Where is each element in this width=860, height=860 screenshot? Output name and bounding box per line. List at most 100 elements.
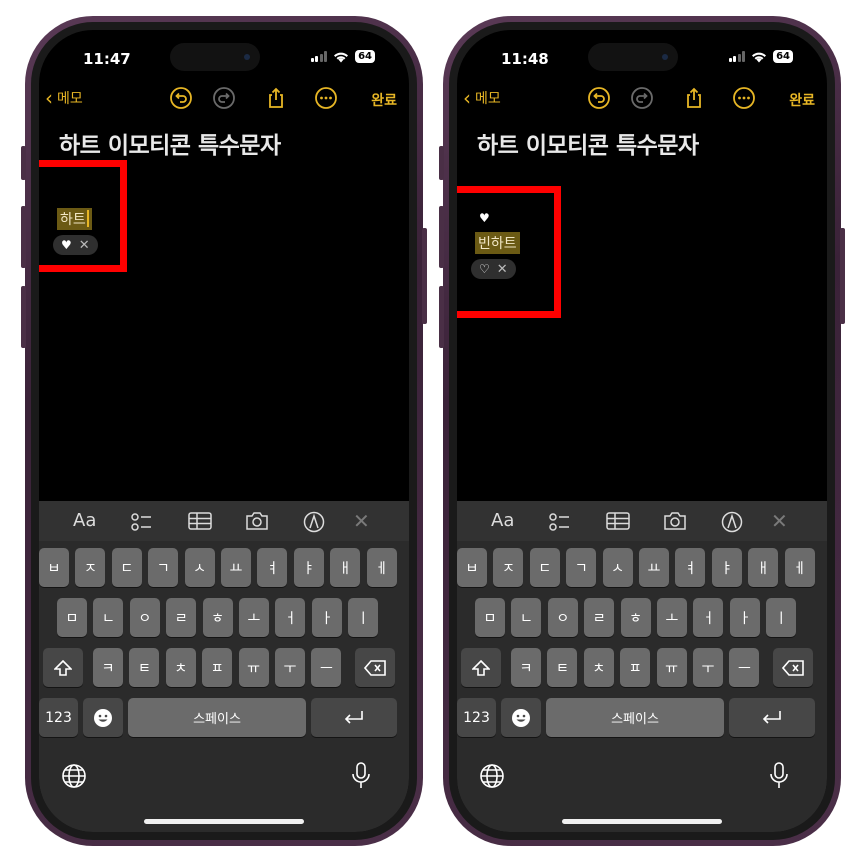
letter-key[interactable]: ㅍ [620,648,651,687]
letter-key[interactable]: ㅐ [748,548,779,587]
letter-key[interactable]: ㅌ [129,648,160,687]
letter-key[interactable]: ㅍ [202,648,233,687]
letter-key[interactable]: ㅈ [75,548,106,587]
more-icon[interactable] [314,86,338,110]
close-toolbar-icon[interactable]: ✕ [771,509,788,533]
note-title: 하트 이모티콘 특수문자 [59,133,281,159]
letter-key[interactable]: ㅠ [656,648,687,687]
redo-icon[interactable] [630,86,654,110]
more-icon[interactable] [732,86,756,110]
letter-key[interactable]: ㄱ [148,548,179,587]
battery-indicator: 64 [355,50,375,63]
backspace-key[interactable] [355,648,395,687]
back-button[interactable]: ‹ 메모 [45,88,83,108]
letter-key[interactable]: ㅔ [784,548,815,587]
letter-key[interactable]: ㅌ [547,648,578,687]
format-button[interactable]: Aa [491,510,514,531]
letter-key[interactable]: ㅜ [275,648,305,687]
markup-icon[interactable] [721,511,743,533]
emoji-key[interactable] [501,698,541,737]
backspace-icon [782,659,804,676]
letter-key[interactable]: ㅣ [766,598,797,637]
letter-key[interactable]: ㄹ [166,598,197,637]
table-icon[interactable] [188,511,212,531]
letter-key[interactable]: ㅎ [202,598,233,637]
microphone-icon[interactable] [351,762,371,790]
markup-icon[interactable] [303,511,325,533]
shift-key[interactable] [43,648,83,687]
undo-icon[interactable] [169,86,193,110]
space-key[interactable]: 스페이스 [546,698,724,737]
letter-key[interactable]: ㅂ [457,548,487,587]
letter-key[interactable]: ㅁ [57,598,87,637]
letter-key[interactable]: ㅕ [257,548,288,587]
checklist-icon[interactable] [549,511,571,533]
close-toolbar-icon[interactable]: ✕ [353,509,370,533]
letter-key[interactable]: ㄷ [529,548,560,587]
letter-key[interactable]: ㅓ [693,598,724,637]
letter-key[interactable]: ㅏ [311,598,342,637]
globe-icon[interactable] [61,763,87,789]
letter-key[interactable]: ㅡ [311,648,342,687]
numbers-key[interactable]: 123 [39,698,78,737]
letter-key[interactable]: ㄴ [511,598,542,637]
letter-key[interactable]: ㄷ [111,548,142,587]
letter-key[interactable]: ㅕ [675,548,706,587]
camera-icon[interactable] [663,511,687,531]
letter-key[interactable]: ㅣ [348,598,379,637]
globe-icon[interactable] [479,763,505,789]
letter-key[interactable]: ㅓ [275,598,306,637]
status-time: 11:48 [501,50,549,68]
letter-key[interactable]: ㅜ [693,648,723,687]
back-button[interactable]: ‹ 메모 [463,88,501,108]
letter-key[interactable]: ㅂ [39,548,69,587]
return-key[interactable] [729,698,815,737]
microphone-icon[interactable] [769,762,789,790]
letter-key[interactable]: ㅠ [238,648,269,687]
table-icon[interactable] [606,511,630,531]
done-button[interactable]: 완료 [371,90,397,110]
letter-key[interactable]: ㄹ [584,598,615,637]
emoji-icon [512,708,530,727]
letter-key[interactable]: ㅋ [93,648,123,687]
letter-key[interactable]: ㅅ [184,548,215,587]
letter-key[interactable]: ㅔ [366,548,397,587]
space-key[interactable]: 스페이스 [128,698,306,737]
share-icon[interactable] [682,86,706,110]
redo-icon[interactable] [212,86,236,110]
letter-key[interactable]: ㅗ [239,598,269,637]
done-button[interactable]: 완료 [789,90,815,110]
letter-key[interactable]: ㅅ [602,548,633,587]
letter-key[interactable]: ㅛ [639,548,669,587]
backspace-key[interactable] [773,648,813,687]
camera-icon[interactable] [245,511,269,531]
return-icon [762,710,781,724]
letter-key[interactable]: ㅁ [475,598,505,637]
letter-key[interactable]: ㄴ [93,598,124,637]
letter-key[interactable]: ㅈ [493,548,524,587]
letter-key[interactable]: ㅏ [729,598,760,637]
share-icon[interactable] [264,86,288,110]
letter-key[interactable]: ㅑ [711,548,742,587]
return-key[interactable] [311,698,397,737]
letter-key[interactable]: ㅡ [729,648,760,687]
letter-key[interactable]: ㅇ [547,598,578,637]
emoji-key[interactable] [83,698,123,737]
checklist-icon[interactable] [131,511,153,533]
letter-key[interactable]: ㅑ [293,548,324,587]
shift-icon [472,659,490,676]
letter-key[interactable]: ㅊ [583,648,614,687]
numbers-key[interactable]: 123 [457,698,496,737]
undo-icon[interactable] [587,86,611,110]
letter-key[interactable]: ㅐ [330,548,361,587]
status-bar-right: 64 [728,50,793,63]
letter-key[interactable]: ㅋ [511,648,541,687]
letter-key[interactable]: ㅊ [165,648,196,687]
format-button[interactable]: Aa [73,510,96,531]
letter-key[interactable]: ㅗ [657,598,687,637]
letter-key[interactable]: ㄱ [566,548,597,587]
letter-key[interactable]: ㅛ [221,548,251,587]
letter-key[interactable]: ㅇ [129,598,160,637]
letter-key[interactable]: ㅎ [620,598,651,637]
shift-key[interactable] [461,648,501,687]
